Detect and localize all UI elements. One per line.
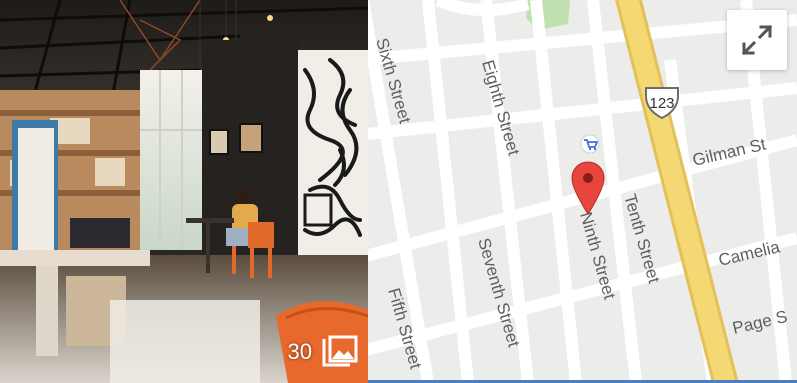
shopping-cart-icon[interactable] <box>580 134 600 154</box>
place-photo[interactable]: 30 <box>0 0 368 383</box>
location-map[interactable]: 123 Sixth Street Eighth Street Seventh S… <box>368 0 797 383</box>
photo-count-badge[interactable]: 30 <box>288 335 358 369</box>
fullscreen-button[interactable] <box>727 10 787 70</box>
highway-number: 123 <box>649 95 674 112</box>
photo-count: 30 <box>287 339 312 364</box>
place-preview-card: 30 123 Sixth Street Eighth Street Sevent… <box>0 0 797 383</box>
image-gallery-icon <box>322 335 358 367</box>
cafe-interior-photo <box>0 0 368 383</box>
fullscreen-expand-icon <box>741 24 773 56</box>
